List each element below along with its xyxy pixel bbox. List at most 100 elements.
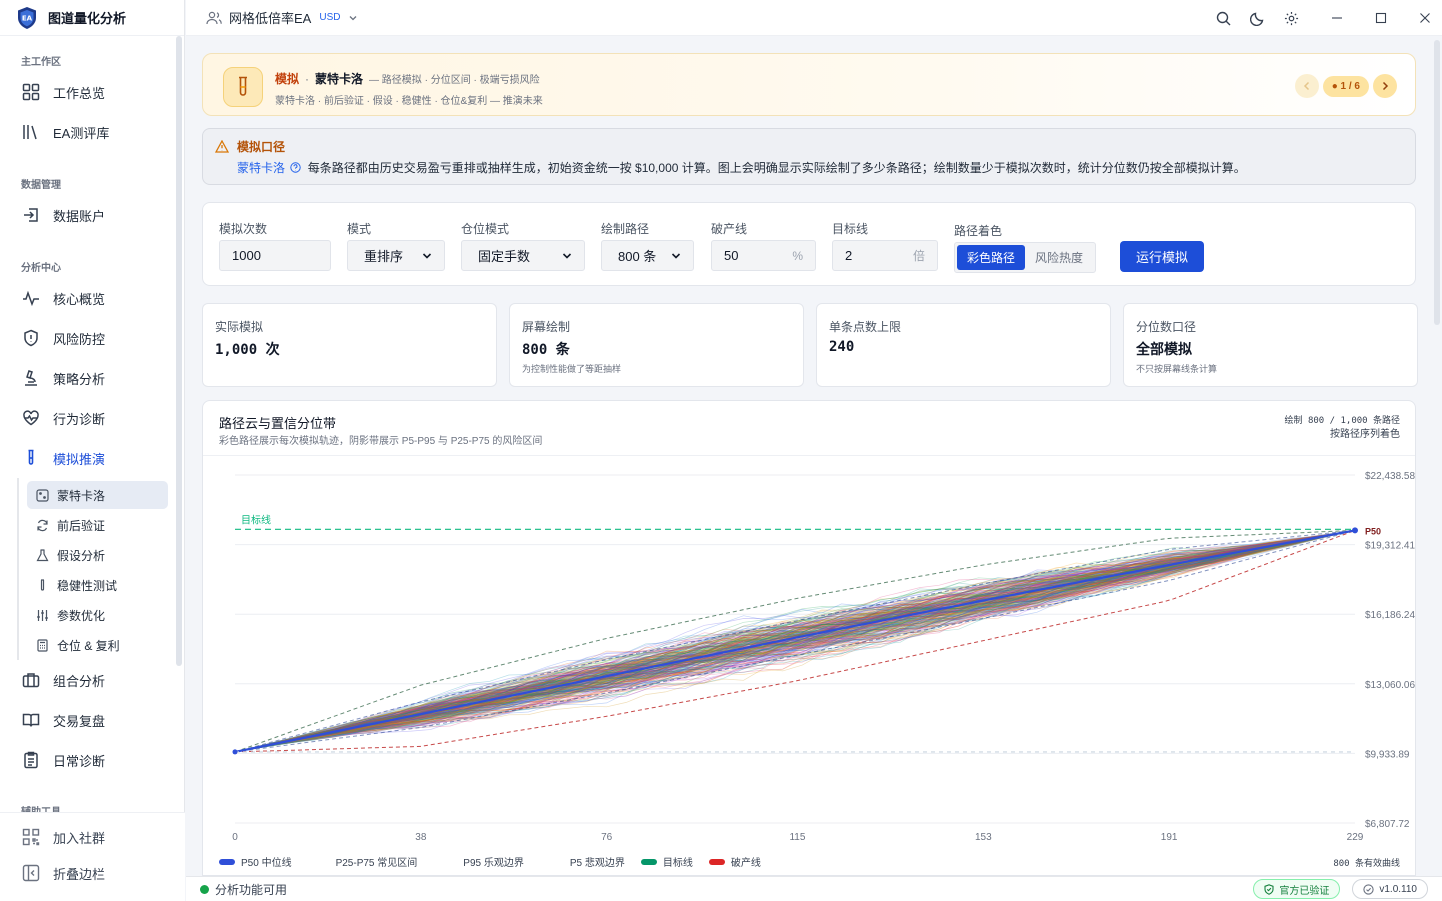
coloring-option-colorful[interactable]: 彩色路径 bbox=[957, 245, 1026, 270]
nav-workspace-overview[interactable]: 工作总览 bbox=[0, 72, 175, 112]
p50-end-label: P50 bbox=[1365, 526, 1381, 536]
pager-prev-button[interactable] bbox=[1294, 74, 1319, 98]
status-bar: 分析功能可用 官方已验证 v1.0.110 bbox=[186, 876, 1442, 901]
position-select[interactable]: 固定手数 bbox=[461, 240, 585, 271]
users-icon bbox=[206, 11, 222, 24]
coloring-option-heat[interactable]: 风险热度 bbox=[1025, 245, 1093, 270]
notice-body: 蒙特卡洛 每条路径都由历史交易盈亏重排或抽样生成，初始资金统一按 $10,000… bbox=[237, 159, 1246, 176]
stat-value: 240 bbox=[829, 339, 855, 355]
nav-trade-review[interactable]: 交易复盘 bbox=[0, 700, 175, 740]
field-label: 模式 bbox=[347, 222, 372, 236]
sidebar-scrollbar[interactable] bbox=[176, 36, 182, 666]
nav-collapse-sidebar[interactable]: 折叠边栏 bbox=[0, 855, 185, 891]
field-label: 绘制路径 bbox=[601, 222, 650, 236]
field-label: 模拟次数 bbox=[219, 222, 268, 236]
close-button[interactable] bbox=[1408, 0, 1442, 36]
x-tick-label: 115 bbox=[789, 832, 805, 843]
field-coloring: 路径着色 彩色路径 风险热度 bbox=[954, 222, 1097, 273]
path-cloud-chart[interactable]: $6,807.72 $9,933.89 $13,060.06 $16,186.24 $1… bbox=[203, 456, 1416, 846]
legend-label: P5 悲观边界 bbox=[569, 858, 625, 869]
notice-link[interactable]: 蒙特卡洛 bbox=[237, 161, 285, 175]
subnav-param-optimize[interactable]: 参数优化 bbox=[27, 601, 168, 629]
chevron-down-icon bbox=[562, 252, 572, 259]
nav-risk-control[interactable]: 风险防控 bbox=[0, 318, 175, 358]
minimize-icon bbox=[1332, 17, 1342, 19]
chart-subtitle: 彩色路径展示每次模拟轨迹，阴影带展示 P5-P95 与 P25-P75 的风险区… bbox=[219, 436, 543, 447]
pager-count: ● 1 / 6 bbox=[1322, 75, 1369, 97]
minimize-button[interactable] bbox=[1320, 0, 1354, 36]
nav-daily-diagnosis[interactable]: 日常诊断 bbox=[0, 740, 175, 780]
x-tick-label: 153 bbox=[975, 832, 992, 843]
ruin-value: 50 bbox=[724, 248, 739, 263]
field-label: 目标线 bbox=[832, 222, 869, 236]
verified-badge[interactable]: 官方已验证 bbox=[1253, 879, 1341, 899]
paths-select[interactable]: 800 条 bbox=[601, 240, 694, 271]
brand[interactable]: EA 图道量化分析 bbox=[0, 0, 184, 36]
stat-label: 分位数口径 bbox=[1136, 320, 1197, 334]
pager-next-button[interactable] bbox=[1373, 74, 1397, 98]
y-tick-label: $6,807.72 bbox=[1365, 819, 1410, 830]
legend-swatch bbox=[219, 858, 235, 865]
subnav-monte-carlo[interactable]: 蒙特卡洛 bbox=[27, 481, 168, 509]
version-badge[interactable]: v1.0.110 bbox=[1352, 879, 1428, 899]
legend-item: 目标线 bbox=[640, 854, 693, 869]
legend-item: P5 悲观边界 bbox=[562, 854, 625, 869]
legend-label: P95 乐观边界 bbox=[463, 858, 524, 869]
ruin-input[interactable]: 50% bbox=[711, 240, 816, 271]
account-selector[interactable]: 网格低倍率EA USD bbox=[206, 8, 358, 27]
legend-item: P95 乐观边界 bbox=[455, 854, 524, 869]
field-label: 破产线 bbox=[711, 222, 748, 236]
status-text: 分析功能可用 bbox=[215, 882, 288, 897]
import-icon bbox=[21, 205, 41, 225]
stat-card-drawn: 屏幕绘制 800 条 为控制性能做了等距抽样 bbox=[509, 303, 804, 387]
subnav-label: 假设分析 bbox=[57, 548, 106, 563]
nav-core-overview[interactable]: 核心概览 bbox=[0, 278, 175, 318]
subnav-walk-forward[interactable]: 前后验证 bbox=[27, 511, 168, 539]
field-position: 仓位模式 固定手数 bbox=[461, 220, 585, 271]
svg-text:EA: EA bbox=[22, 14, 33, 22]
subnav-robustness[interactable]: 稳健性测试 bbox=[27, 571, 168, 599]
mode-select[interactable]: 重排序 bbox=[347, 240, 445, 271]
sims-input[interactable]: 1000 bbox=[219, 240, 331, 271]
collapse-icon bbox=[21, 863, 41, 883]
version-text: v1.0.110 bbox=[1379, 883, 1417, 895]
main-scrollbar[interactable] bbox=[1434, 40, 1440, 325]
nav-simulation[interactable]: 模拟推演 bbox=[0, 438, 175, 478]
nav-label: 行为诊断 bbox=[53, 411, 106, 427]
y-tick-label: $9,933.89 bbox=[1365, 749, 1410, 760]
nav-label: 数据账户 bbox=[53, 208, 106, 224]
search-button[interactable] bbox=[1206, 0, 1240, 36]
heart-pulse-icon bbox=[21, 408, 41, 428]
nav-label: 策略分析 bbox=[53, 371, 106, 387]
legend-label: 破产线 bbox=[730, 858, 761, 869]
simulation-params: 模拟次数 1000 模式 重排序 仓位模式 固定手数 绘制路径 800 条 破产… bbox=[202, 202, 1416, 286]
nav-join-community[interactable]: 加入社群 bbox=[0, 819, 185, 855]
target-input[interactable]: 2倍 bbox=[832, 240, 938, 271]
nav-strategy-analysis[interactable]: 策略分析 bbox=[0, 358, 175, 398]
nav-data-accounts[interactable]: 数据账户 bbox=[0, 195, 175, 235]
legend-item: P50 中位线 bbox=[219, 854, 292, 869]
grid-icon bbox=[21, 82, 41, 102]
settings-button[interactable] bbox=[1274, 0, 1308, 36]
sidebar: EA 图道量化分析 主工作区 工作总览 EA测评库 数据管理 数据账户 分析中心… bbox=[0, 0, 185, 901]
status-ok: 分析功能可用 bbox=[200, 881, 287, 898]
theme-toggle-button[interactable] bbox=[1240, 0, 1274, 36]
chart-legend: P50 中位线 P25-P75 常见区间 P95 乐观边界 P5 悲观边界 目标线 破产线 bbox=[219, 854, 777, 869]
stat-card-quantile: 分位数口径 全部模拟 不只按屏幕线条计算 bbox=[1123, 303, 1418, 387]
banner-badge bbox=[223, 67, 263, 107]
topbar: 网格低倍率EA USD bbox=[186, 0, 1442, 36]
currency-badge: USD bbox=[319, 12, 341, 23]
target-suffix: 倍 bbox=[912, 249, 925, 263]
calculator-icon bbox=[35, 638, 49, 652]
subnav-position-compound[interactable]: 仓位 & 复利 bbox=[27, 631, 168, 659]
run-simulation-button[interactable]: 运行模拟 bbox=[1120, 241, 1204, 272]
chevron-down-icon bbox=[350, 15, 357, 20]
start-marker bbox=[232, 749, 238, 755]
maximize-button[interactable] bbox=[1364, 0, 1398, 36]
nav-portfolio[interactable]: 组合分析 bbox=[0, 660, 175, 700]
subnav-what-if[interactable]: 假设分析 bbox=[27, 541, 168, 569]
help-circle-icon[interactable] bbox=[290, 162, 302, 173]
nav-ea-library[interactable]: EA测评库 bbox=[0, 112, 175, 152]
status-right: 官方已验证 v1.0.110 bbox=[1241, 879, 1428, 899]
nav-behavior-diagnosis[interactable]: 行为诊断 bbox=[0, 398, 175, 438]
